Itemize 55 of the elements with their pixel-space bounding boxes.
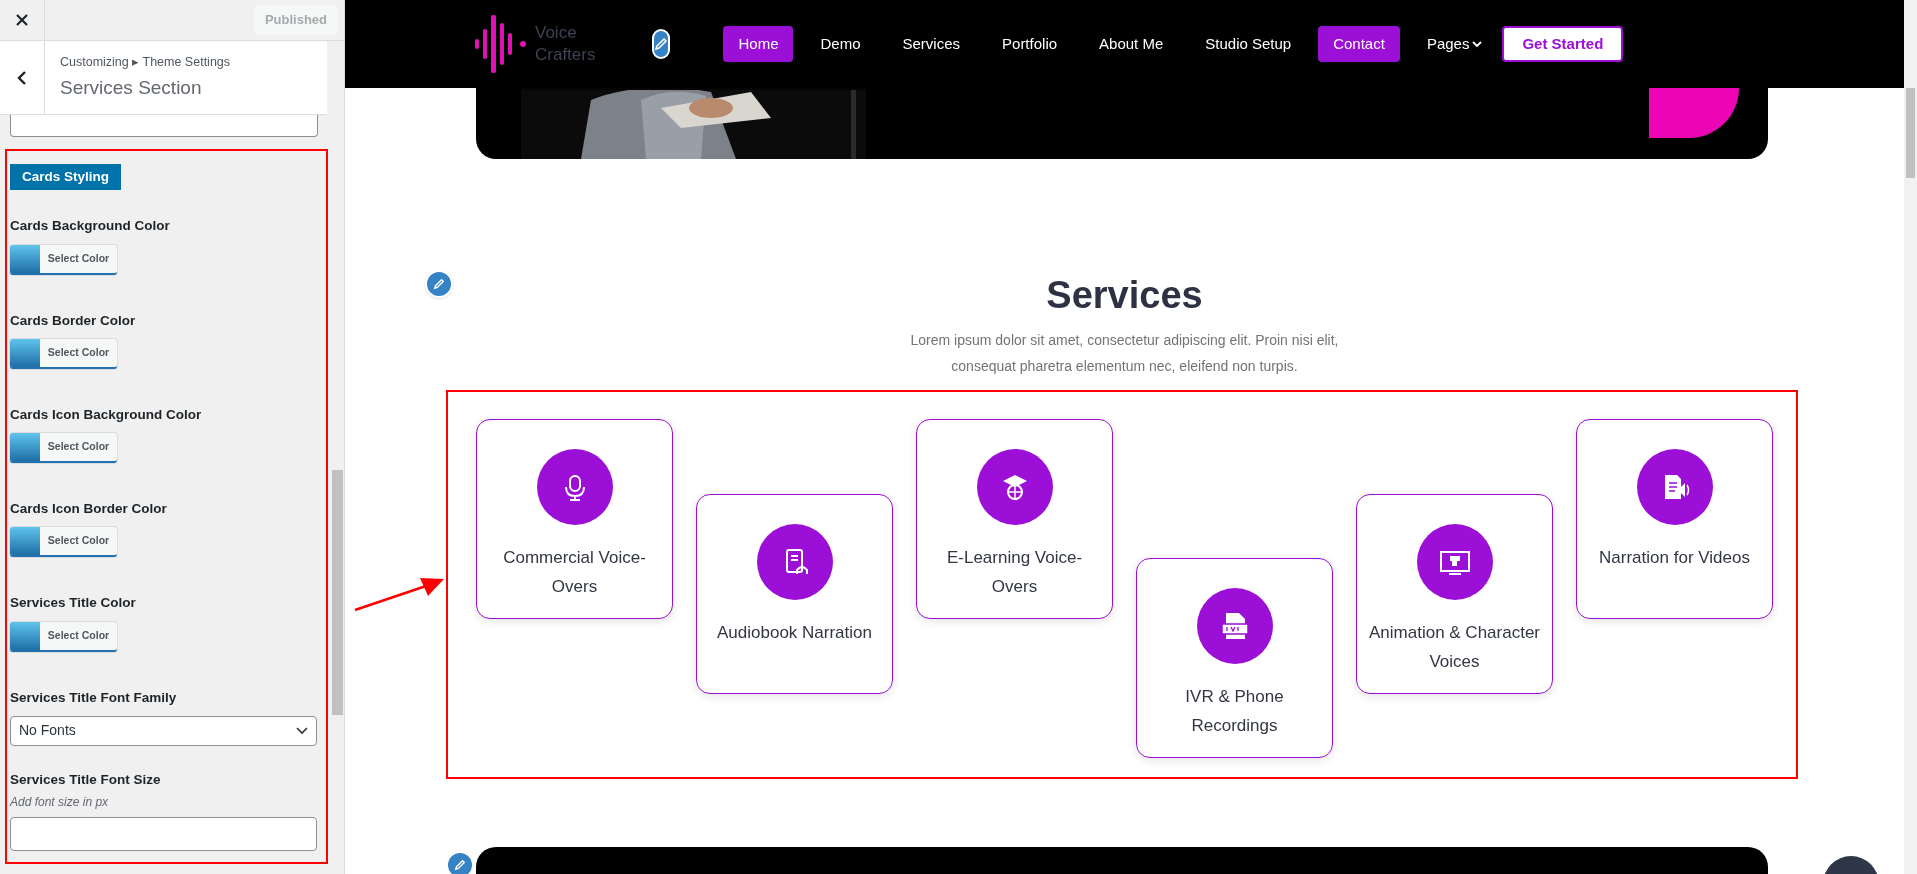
service-card[interactable]: IVR & Phone Recordings <box>1136 558 1333 758</box>
section-subtitle: Lorem ipsum dolor sit amet, consectetur adipiscing elit. Proin nisi elit, consequat pharetra elementum nec, eleifend non turpis. <box>909 331 1340 376</box>
font-family-dropdown[interactable]: No Fonts <box>10 715 317 746</box>
font-size-input[interactable] <box>10 817 317 851</box>
field-label: Cards Border Color <box>10 311 137 330</box>
service-icon <box>1636 449 1713 525</box>
nav-link[interactable]: Services <box>887 26 976 62</box>
nav-link[interactable]: Portfolio <box>987 26 1073 62</box>
section-heading: Services <box>1046 273 1203 318</box>
field-label: Services Title Color <box>10 594 137 613</box>
close-icon[interactable] <box>15 13 29 27</box>
select-color-button[interactable]: Select Color <box>10 527 117 558</box>
service-card[interactable]: Narration for Videos <box>1576 419 1773 619</box>
nav-link[interactable]: About Me <box>1084 26 1179 62</box>
service-icon <box>976 449 1053 525</box>
scrollbar-thumb[interactable] <box>1906 88 1915 178</box>
card-title: IVR & Phone Recordings <box>1184 686 1285 737</box>
select-color-button[interactable]: Select Color <box>10 244 117 275</box>
sound-wave-logo-icon <box>475 15 529 73</box>
field-label: Cards Icon Border Color <box>10 500 168 518</box>
card-title: Audiobook Narration <box>716 622 873 644</box>
service-card[interactable]: Audiobook Narration <box>696 494 893 694</box>
service-card[interactable]: Commercial Voice-Overs <box>476 419 673 619</box>
nav-link[interactable]: Home <box>723 26 794 62</box>
nav-link[interactable]: Pages <box>1411 26 1498 62</box>
field-label: Cards Background Color <box>10 217 171 236</box>
select-color-button[interactable]: Select Color <box>10 433 117 463</box>
scrollbar-thumb[interactable] <box>332 470 343 715</box>
input-field[interactable] <box>10 115 318 137</box>
select-color-button[interactable]: Select Color <box>10 338 117 369</box>
service-icon <box>1416 524 1493 600</box>
breadcrumb: Customizing ▸ Theme Settings <box>60 54 231 71</box>
nav-link[interactable]: Contact <box>1318 26 1400 62</box>
edit-pencil-icon[interactable] <box>652 29 671 59</box>
get-started-button[interactable]: Get Started <box>1502 26 1624 62</box>
card-title: E-Learning Voice-Overs <box>945 547 1084 598</box>
service-icon <box>756 524 833 600</box>
section-label: Cards Styling <box>10 164 122 191</box>
service-card[interactable]: Animation & Character Voices <box>1356 494 1553 694</box>
panel-title: Services Section <box>60 75 203 100</box>
back-icon[interactable] <box>17 69 27 86</box>
chevron-down-icon <box>296 726 308 735</box>
field-description: Add font size in px <box>10 794 110 811</box>
nav-link[interactable]: Demo <box>805 26 876 62</box>
service-icon <box>536 449 613 525</box>
field-label: Services Title Font Size <box>10 770 162 789</box>
field-label: Services Title Font Family <box>10 688 178 707</box>
card-title: Narration for Videos <box>1598 547 1751 569</box>
card-title: Commercial Voice-Overs <box>502 547 647 598</box>
service-card[interactable]: E-Learning Voice-Overs <box>916 419 1113 619</box>
nav-link[interactable]: Studio Setup <box>1190 26 1307 62</box>
select-color-button[interactable]: Select Color <box>10 621 117 652</box>
field-label: Cards Icon Background Color <box>10 405 203 424</box>
service-icon <box>1196 588 1273 664</box>
card-title: Animation & Character Voices <box>1368 622 1541 673</box>
